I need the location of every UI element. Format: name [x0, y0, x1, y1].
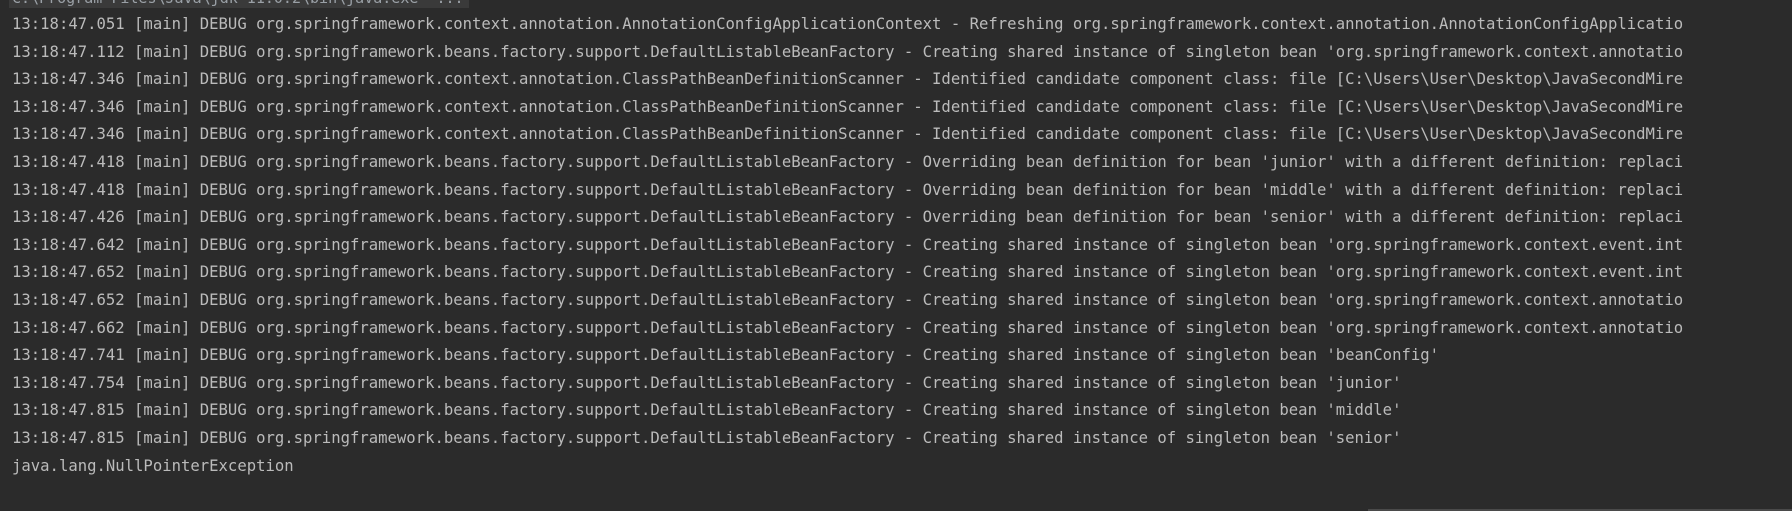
log-line[interactable]: 13:18:47.741 [main] DEBUG org.springfram… [12, 342, 1792, 370]
log-line[interactable]: 13:18:47.346 [main] DEBUG org.springfram… [12, 94, 1792, 122]
log-line[interactable]: 13:18:47.418 [main] DEBUG org.springfram… [12, 177, 1792, 205]
console-output[interactable]: C:\Program Files\Java\jdk-11.0.2\bin\jav… [0, 0, 1792, 511]
log-line[interactable]: 13:18:47.815 [main] DEBUG org.springfram… [12, 397, 1792, 425]
log-line[interactable]: 13:18:47.346 [main] DEBUG org.springfram… [12, 66, 1792, 94]
log-line[interactable]: 13:18:47.051 [main] DEBUG org.springfram… [12, 11, 1792, 39]
log-line[interactable]: 13:18:47.652 [main] DEBUG org.springfram… [12, 287, 1792, 315]
log-line[interactable]: 13:18:47.652 [main] DEBUG org.springfram… [12, 259, 1792, 287]
log-line[interactable]: 13:18:47.662 [main] DEBUG org.springfram… [12, 315, 1792, 343]
log-line[interactable]: 13:18:47.642 [main] DEBUG org.springfram… [12, 232, 1792, 260]
log-line[interactable]: 13:18:47.815 [main] DEBUG org.springfram… [12, 425, 1792, 453]
exception-line[interactable]: java.lang.NullPointerException [12, 453, 1792, 481]
command-line[interactable]: C:\Program Files\Java\jdk-11.0.2\bin\jav… [9, 0, 469, 8]
log-line[interactable]: 13:18:47.112 [main] DEBUG org.springfram… [12, 39, 1792, 67]
log-lines: 13:18:47.051 [main] DEBUG org.springfram… [12, 11, 1792, 480]
log-line[interactable]: 13:18:47.426 [main] DEBUG org.springfram… [12, 204, 1792, 232]
log-line[interactable]: 13:18:47.346 [main] DEBUG org.springfram… [12, 121, 1792, 149]
log-line[interactable]: 13:18:47.418 [main] DEBUG org.springfram… [12, 149, 1792, 177]
log-line[interactable]: 13:18:47.754 [main] DEBUG org.springfram… [12, 370, 1792, 398]
